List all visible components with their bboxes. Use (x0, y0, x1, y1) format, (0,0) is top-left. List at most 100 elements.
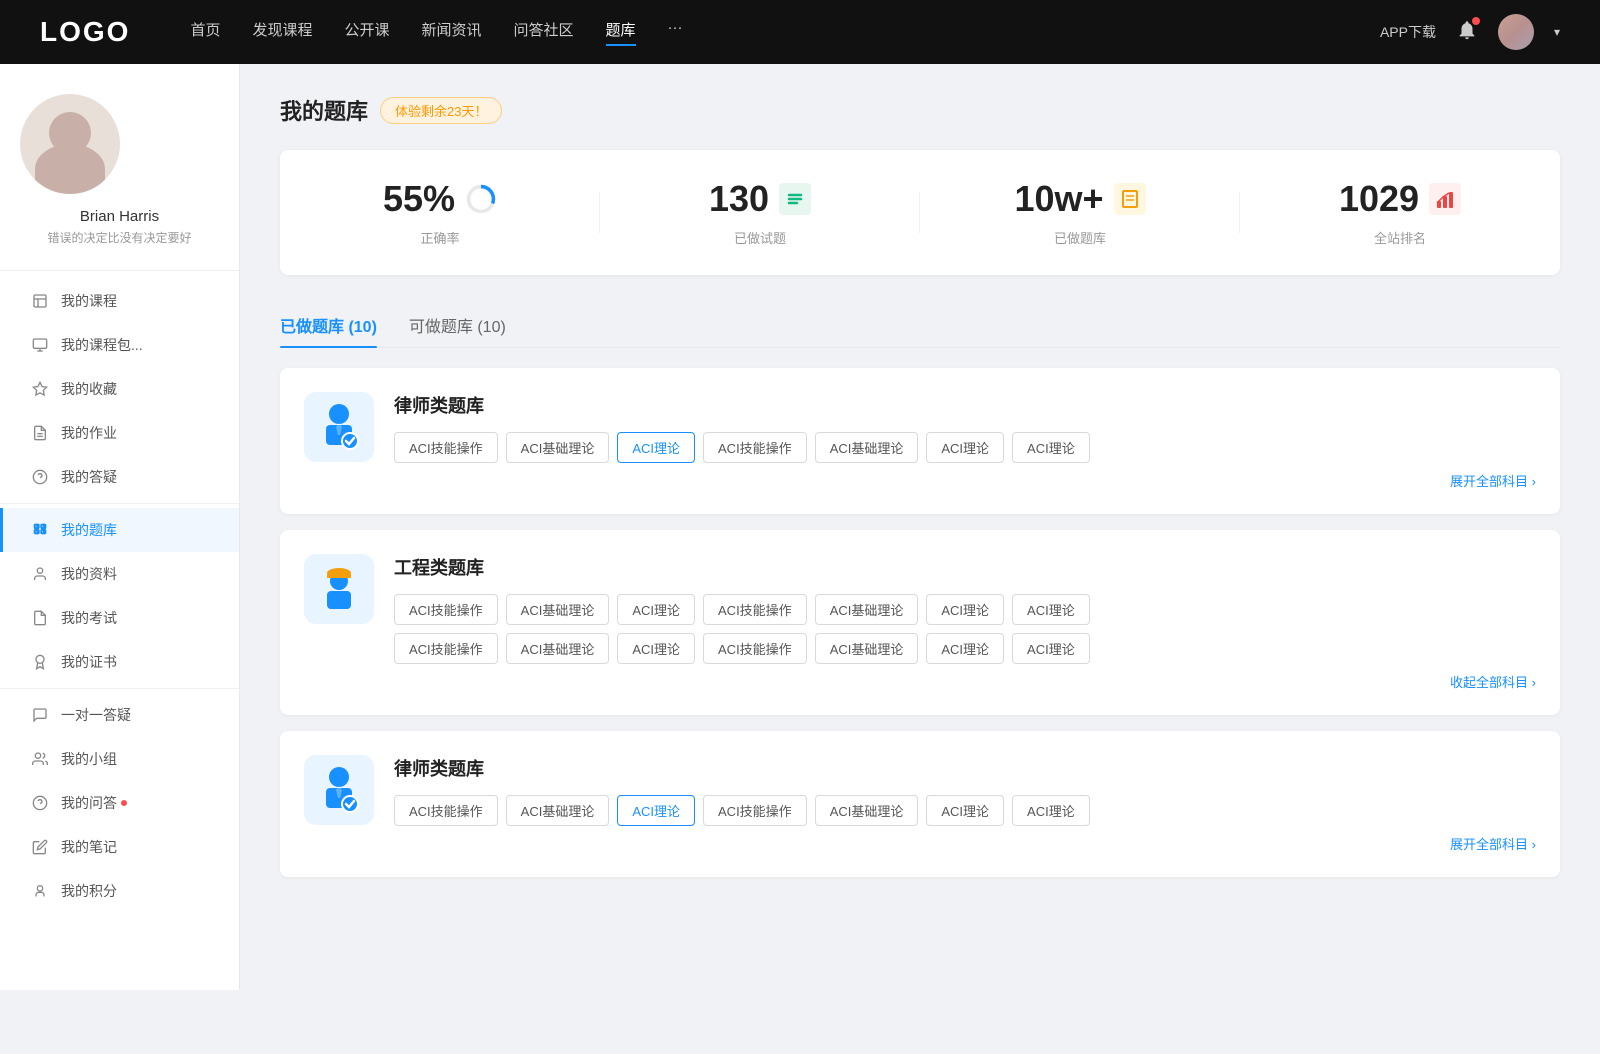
tag-3-3[interactable]: ACI理论 (617, 795, 695, 826)
stat-rank-top: 1029 (1240, 178, 1560, 220)
stat-rank: 1029 全站排名 (1240, 178, 1560, 247)
expand-link-1[interactable]: 展开全部科目 › (394, 471, 1536, 490)
nav-more[interactable]: ··· (668, 19, 683, 46)
qbank-section-engineer: 工程类题库 ACI技能操作 ACI基础理论 ACI理论 ACI技能操作 ACI基… (280, 530, 1560, 715)
sidebar-item-favorites[interactable]: 我的收藏 (0, 367, 239, 411)
tag-2-13[interactable]: ACI理论 (926, 633, 1004, 664)
sidebar-label-favorites: 我的收藏 (61, 379, 117, 399)
nav-discover[interactable]: 发现课程 (252, 19, 312, 46)
stat-qbank-top: 10w+ (920, 178, 1240, 220)
tags-row-2b: ACI技能操作 ACI基础理论 ACI理论 ACI技能操作 ACI基础理论 AC… (394, 633, 1536, 664)
tag-1-4[interactable]: ACI技能操作 (703, 432, 807, 463)
tag-3-4[interactable]: ACI技能操作 (703, 795, 807, 826)
sidebar-label-group: 我的小组 (61, 749, 117, 769)
tag-2-7[interactable]: ACI理论 (1012, 594, 1090, 625)
sidebar-item-homework[interactable]: 我的作业 (0, 411, 239, 455)
sidebar-motto: 错误的决定比没有决定要好 (20, 229, 219, 246)
sidebar-divider-2 (0, 688, 239, 689)
sidebar-item-points[interactable]: 我的积分 (0, 869, 239, 913)
engineer-icon (316, 563, 362, 615)
tag-2-9[interactable]: ACI基础理论 (506, 633, 610, 664)
qbank-icon (31, 521, 49, 539)
sidebar-item-qbank[interactable]: 我的题库 (0, 508, 239, 552)
tag-2-3[interactable]: ACI理论 (617, 594, 695, 625)
tag-2-8[interactable]: ACI技能操作 (394, 633, 498, 664)
sidebar-item-cert[interactable]: 我的证书 (0, 640, 239, 684)
tag-2-1[interactable]: ACI技能操作 (394, 594, 498, 625)
nav-qa[interactable]: 问答社区 (514, 19, 574, 46)
sidebar-menu: 我的课程 我的课程包... 我的收藏 我的作业 (0, 279, 239, 913)
avatar[interactable] (1498, 14, 1534, 50)
app-download-link[interactable]: APP下载 (1380, 22, 1436, 42)
nav-opencourse[interactable]: 公开课 (344, 19, 389, 46)
stat-done-top: 130 (600, 178, 920, 220)
lawyer-icon-wrap (304, 392, 374, 462)
page-header: 我的题库 体验剩余23天！ (280, 94, 1560, 126)
notification-bell[interactable] (1456, 19, 1478, 46)
main-layout: Brian Harris 错误的决定比没有决定要好 我的课程 我的课程包... (0, 64, 1600, 990)
tag-1-6[interactable]: ACI理论 (926, 432, 1004, 463)
course-icon (31, 292, 49, 310)
nav-links: 首页 发现课程 公开课 新闻资讯 问答社区 题库 ··· (190, 19, 1380, 46)
notes-icon (31, 838, 49, 856)
tag-2-12[interactable]: ACI基础理论 (815, 633, 919, 664)
sidebar-item-tutor[interactable]: 一对一答疑 (0, 693, 239, 737)
sidebar-label-cert: 我的证书 (61, 652, 117, 672)
navbar: LOGO 首页 发现课程 公开课 新闻资讯 问答社区 题库 ··· APP下载 … (0, 0, 1600, 64)
tag-2-2[interactable]: ACI基础理论 (506, 594, 610, 625)
sidebar-item-course[interactable]: 我的课程 (0, 279, 239, 323)
sidebar-label-points: 我的积分 (61, 881, 117, 901)
user-dropdown-arrow[interactable]: ▾ (1554, 25, 1560, 39)
donut-chart-icon (465, 183, 497, 215)
qbank-section-lawyer-2: 律师类题库 ACI技能操作 ACI基础理论 ACI理论 ACI技能操作 ACI基… (280, 731, 1560, 877)
star-icon (31, 380, 49, 398)
collapse-link-2[interactable]: 收起全部科目 › (394, 672, 1536, 691)
stat-done-label: 已做试题 (600, 228, 920, 247)
sidebar-item-group[interactable]: 我的小组 (0, 737, 239, 781)
tag-2-4[interactable]: ACI技能操作 (703, 594, 807, 625)
sidebar-item-exam[interactable]: 我的考试 (0, 596, 239, 640)
package-icon (31, 336, 49, 354)
tag-3-5[interactable]: ACI基础理论 (815, 795, 919, 826)
sidebar-item-notes[interactable]: 我的笔记 (0, 825, 239, 869)
tag-3-2[interactable]: ACI基础理论 (506, 795, 610, 826)
tab-todo[interactable]: 可做题库 (10) (409, 303, 506, 347)
stat-rank-label: 全站排名 (1240, 228, 1560, 247)
tag-1-2[interactable]: ACI基础理论 (506, 432, 610, 463)
tag-2-11[interactable]: ACI技能操作 (703, 633, 807, 664)
sidebar-label-profile: 我的资料 (61, 564, 117, 584)
notification-dot (1472, 17, 1480, 25)
tag-2-14[interactable]: ACI理论 (1012, 633, 1090, 664)
nav-right: APP下载 ▾ (1380, 14, 1560, 50)
sidebar-item-question[interactable]: 我的问答 (0, 781, 239, 825)
nav-home[interactable]: 首页 (190, 19, 220, 46)
tag-1-5[interactable]: ACI基础理论 (815, 432, 919, 463)
nav-news[interactable]: 新闻资讯 (422, 19, 482, 46)
expand-link-3[interactable]: 展开全部科目 › (394, 834, 1536, 853)
tag-1-1[interactable]: ACI技能操作 (394, 432, 498, 463)
nav-qbank[interactable]: 题库 (606, 19, 636, 46)
sidebar-item-profile[interactable]: 我的资料 (0, 552, 239, 596)
tag-2-5[interactable]: ACI基础理论 (815, 594, 919, 625)
stats-row: 55% 正确率 130 (280, 150, 1560, 275)
logo[interactable]: LOGO (40, 16, 130, 48)
tag-2-6[interactable]: ACI理论 (926, 594, 1004, 625)
sidebar-label-course: 我的课程 (61, 291, 117, 311)
tag-3-7[interactable]: ACI理论 (1012, 795, 1090, 826)
engineer-icon-wrap (304, 554, 374, 624)
stat-qbank-value: 10w+ (1014, 178, 1103, 220)
tag-3-1[interactable]: ACI技能操作 (394, 795, 498, 826)
points-icon (31, 882, 49, 900)
tag-2-10[interactable]: ACI理论 (617, 633, 695, 664)
sidebar-item-package[interactable]: 我的课程包... (0, 323, 239, 367)
tag-1-7[interactable]: ACI理论 (1012, 432, 1090, 463)
sidebar-item-myqa[interactable]: 我的答疑 (0, 455, 239, 499)
tag-1-3[interactable]: ACI理论 (617, 432, 695, 463)
qbank-header-3: 律师类题库 ACI技能操作 ACI基础理论 ACI理论 ACI技能操作 ACI基… (304, 755, 1536, 853)
tabs: 已做题库 (10) 可做题库 (10) (280, 303, 1560, 348)
tab-done[interactable]: 已做题库 (10) (280, 303, 377, 347)
tag-3-6[interactable]: ACI理论 (926, 795, 1004, 826)
stat-done: 130 已做试题 (600, 178, 920, 247)
qbank-content-2: 工程类题库 ACI技能操作 ACI基础理论 ACI理论 ACI技能操作 ACI基… (394, 554, 1536, 691)
stat-accuracy: 55% 正确率 (280, 178, 600, 247)
